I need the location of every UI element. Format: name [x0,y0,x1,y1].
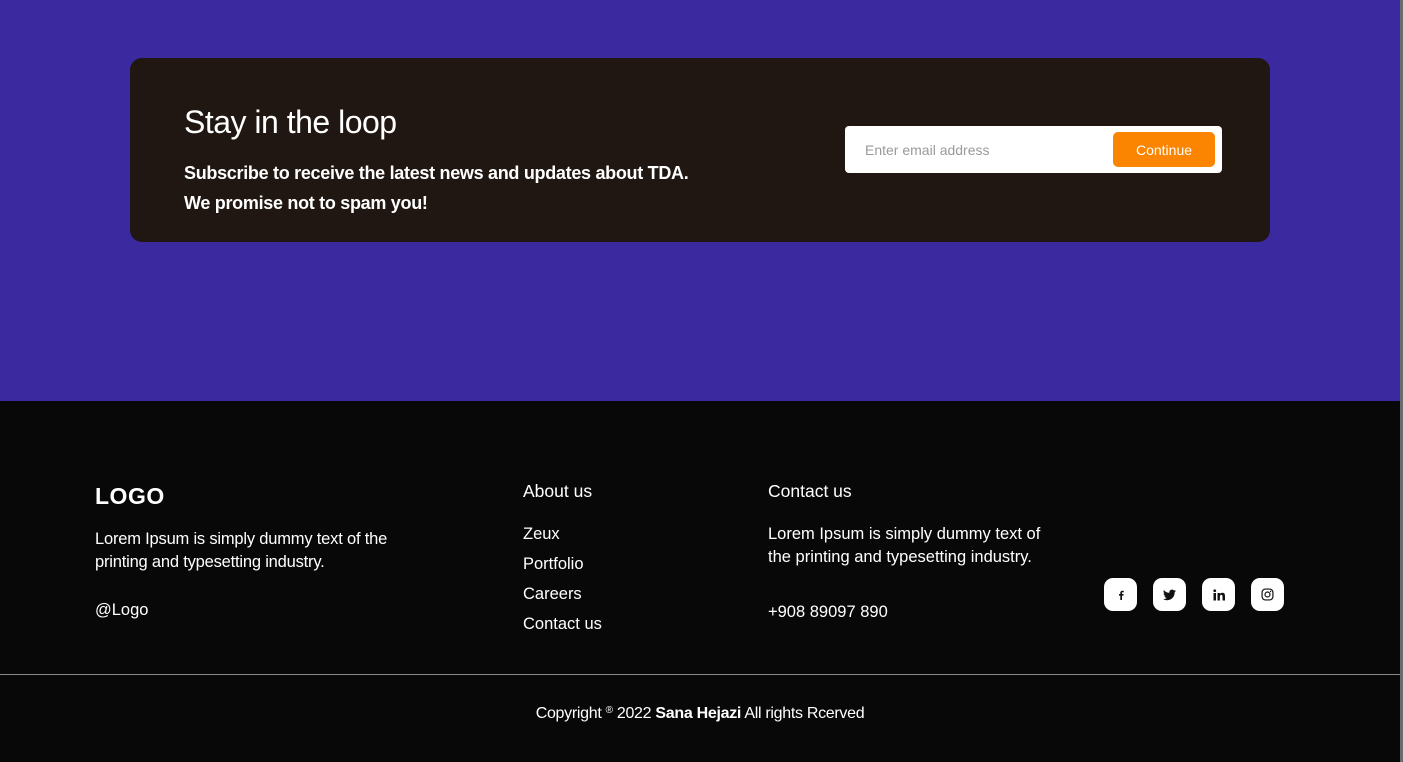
about-link-careers-label[interactable]: Careers [523,585,582,603]
about-title: About us [523,481,593,501]
linkedin-icon [1212,588,1225,600]
about-link-careers[interactable]: Careers [523,582,602,612]
newsletter-title: Stay in the loop [184,104,397,140]
instagram-icon [1261,588,1274,601]
copyright-suffix: All rights Rcerved [744,705,865,722]
facebook-icon [1118,590,1124,600]
about-link-zeux-label[interactable]: Zeux [523,525,560,543]
copyright: Copyright ® 2022 Sana Hejazi All rights … [0,705,1400,723]
twitter-button[interactable] [1153,578,1186,611]
email-input[interactable] [855,134,1105,165]
contact-phone[interactable]: +908 89097 890 [768,603,888,622]
twitter-icon [1163,589,1176,600]
top-band: Stay in the loop Subscribe to receive th… [0,0,1400,401]
newsletter-form: Continue [845,126,1222,173]
newsletter-card: Stay in the loop Subscribe to receive th… [130,58,1270,242]
continue-button[interactable]: Continue [1113,132,1215,167]
instagram-button[interactable] [1251,578,1284,611]
footer-handle[interactable]: @Logo [95,601,148,620]
linkedin-button[interactable] [1202,578,1235,611]
about-link-portfolio-label[interactable]: Portfolio [523,555,584,573]
contact-title: Contact us [768,481,852,501]
facebook-button[interactable] [1104,578,1137,611]
about-links: Zeux Portfolio Careers Contact us [523,522,602,642]
footer-divider [0,674,1400,675]
newsletter-subtitle-line2: We promise not to spam you! [184,193,428,213]
about-link-contact-label[interactable]: Contact us [523,615,602,633]
footer-logo[interactable]: LOGO [95,483,165,510]
copyright-prefix: Copyright [535,705,602,722]
social-links [1104,578,1284,611]
about-link-contact[interactable]: Contact us [523,612,602,642]
about-link-zeux[interactable]: Zeux [523,522,602,552]
footer-description: Lorem Ipsum is simply dummy text of the … [95,530,388,571]
newsletter-subtitle-line1: Subscribe to receive the latest news and… [184,163,689,183]
newsletter-subtitle: Subscribe to receive the latest news and… [184,158,744,218]
copyright-symbol: ® [605,705,613,716]
contact-description: Lorem Ipsum is simply dummy text of the … [768,525,1041,566]
about-link-portfolio[interactable]: Portfolio [523,552,602,582]
footer: LOGO Lorem Ipsum is simply dummy text of… [0,401,1400,762]
copyright-name: Sana Hejazi [655,705,742,722]
copyright-year: 2022 [616,705,652,722]
